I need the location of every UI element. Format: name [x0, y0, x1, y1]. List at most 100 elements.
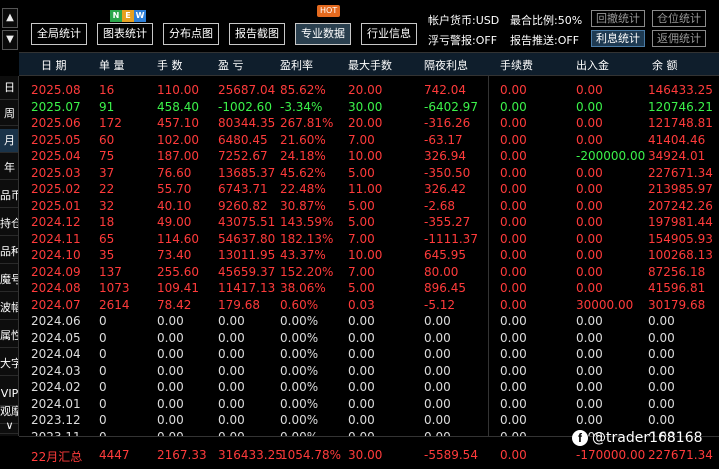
cell-orders: 172	[99, 116, 122, 130]
scroll-up-button[interactable]: ▲	[2, 8, 18, 28]
tab-day[interactable]: 日	[0, 76, 18, 100]
cell-date: 2025.03	[31, 165, 81, 180]
cell-max-lots: 5.00	[348, 165, 375, 180]
table-row[interactable]: 2023.12 0 0.00 0.00 0.00% 0.00 0.00 0.00 0.00 0.0…	[19, 411, 719, 428]
tab-attribute[interactable]: 属性	[0, 324, 18, 348]
cell-max-lots: 0.00	[348, 380, 375, 394]
pro-data-button[interactable]: 专业数据	[295, 23, 351, 45]
cell-date: 2023.12	[31, 413, 81, 427]
summary-deposit-withdraw: -170000.00	[576, 448, 646, 462]
table-row[interactable]: 2025.05 60 102.00 6480.45 21.60% 7.00 -63.17 0.…	[19, 131, 719, 148]
tab-month[interactable]: 月	[0, 129, 18, 153]
header-commission[interactable]: 手续费	[500, 57, 533, 73]
table-row[interactable]: 2024.10 35 73.40 13011.95 43.37% 10.00 645.95 0…	[19, 246, 719, 263]
table-row[interactable]: 2025.08 16 110.00 25687.04 85.62% 20.00 742.04…	[19, 81, 719, 98]
cell-date: 2024.10	[31, 248, 81, 262]
cell-max-lots: 0.00	[348, 413, 375, 427]
sidebar-expand-icon[interactable]: ∨	[0, 418, 18, 434]
tab-holding[interactable]: 持仓	[0, 212, 18, 236]
cell-max-lots: 20.00	[348, 116, 383, 130]
cell-profit-rate: 0.60%	[280, 297, 319, 312]
cell-profit-rate: 0.00%	[280, 380, 319, 394]
table-row[interactable]: 2025.06 172 457.10 80344.35 267.81% 20.00 -316…	[19, 114, 719, 131]
industry-info-button[interactable]: 行业信息	[361, 23, 417, 45]
cell-commission: 0.00	[500, 413, 527, 427]
table-row[interactable]: 2024.04 0 0.00 0.00 0.00% 0.00 0.00 0.00 0.00 0.0…	[19, 345, 719, 362]
cell-lots: 187.00	[157, 149, 199, 163]
table-row[interactable]: 2025.07 91 458.40 -1002.60 -3.34% 30.00 -6402.…	[19, 98, 719, 115]
cell-swap: 0.00	[424, 380, 451, 394]
cell-pnl: 0.00	[218, 396, 245, 411]
cell-deposit-withdraw: 0.00	[576, 116, 603, 130]
table-row[interactable]: 2024.06 0 0.00 0.00 0.00% 0.00 0.00 0.00 0.00 0.0…	[19, 312, 719, 329]
cell-deposit-withdraw: 0.00	[576, 264, 603, 279]
header-balance[interactable]: 余 额	[652, 57, 678, 73]
watermark: f @trader168168	[572, 428, 703, 448]
cell-balance: 227671.34	[648, 165, 713, 180]
cell-profit-rate: 0.00%	[280, 413, 319, 427]
header-swap[interactable]: 隔夜利息	[424, 57, 468, 73]
global-stats-button[interactable]: 全局统计	[31, 23, 87, 45]
cell-pnl: 6743.71	[218, 182, 268, 196]
tab-bigtext[interactable]: 大字	[0, 352, 18, 376]
cell-pnl: 80344.35	[218, 116, 276, 130]
cell-commission: 0.00	[500, 347, 527, 361]
header-orders[interactable]: 单 量	[99, 57, 125, 73]
cell-balance: 41404.46	[648, 132, 706, 147]
report-push[interactable]: 报告推送:OFF	[510, 32, 579, 48]
table-row[interactable]: 2024.05 0 0.00 0.00 0.00% 0.00 0.00 0.00 0.00 0.0…	[19, 329, 719, 346]
cell-max-lots: 7.00	[348, 132, 375, 147]
header-deposit-withdraw[interactable]: 出入金	[576, 57, 609, 73]
table-row[interactable]: 2024.08 1073 109.41 11417.13 38.06% 5.00 896.4…	[19, 279, 719, 296]
table-row[interactable]: 2024.02 0 0.00 0.00 0.00% 0.00 0.00 0.00 0.00 0.0…	[19, 378, 719, 395]
table-row[interactable]: 2024.01 0 0.00 0.00 0.00% 0.00 0.00 0.00 0.00 0.0…	[19, 395, 719, 412]
distribution-chart-button[interactable]: 分布点图	[163, 23, 219, 45]
cell-orders: 0	[99, 380, 107, 394]
new-badge: N E W	[110, 10, 146, 22]
cell-swap: 896.45	[424, 281, 466, 295]
rebate-stats-button[interactable]: 返佣统计	[652, 30, 706, 47]
tab-year[interactable]: 年	[0, 156, 18, 180]
tab-symbol[interactable]: 品种	[0, 240, 18, 264]
table-row[interactable]: 2025.04 75 187.00 7252.67 24.18% 10.00 326.94 0…	[19, 147, 719, 164]
header-profit-rate[interactable]: 盈利率	[280, 57, 313, 73]
table-header: 日 期 单 量 手 数 盈 亏 盈利率 最大手数 隔夜利息 手续费 出入金 余 …	[19, 52, 719, 76]
cell-max-lots: 5.00	[348, 281, 375, 295]
interest-stats-button[interactable]: 利息统计	[591, 30, 645, 47]
position-stats-button[interactable]: 仓位统计	[652, 10, 706, 27]
tab-magic[interactable]: 魔号	[0, 268, 18, 292]
table-row[interactable]: 2025.01 32 40.10 9260.82 30.87% 5.00 -2.68 0.00…	[19, 197, 719, 214]
table-row[interactable]: 2024.03 0 0.00 0.00 0.00% 0.00 0.00 0.00 0.00 0.0…	[19, 362, 719, 379]
cell-pnl: 9260.82	[218, 198, 268, 213]
table-row[interactable]: 2025.02 22 55.70 6743.71 22.48% 11.00 326.42 0.…	[19, 180, 719, 197]
table-row[interactable]: 2024.09 137 255.60 45659.37 152.20% 7.00 80.00…	[19, 263, 719, 280]
tab-week[interactable]: 周	[0, 102, 18, 126]
float-alert[interactable]: 浮亏警报:OFF	[428, 32, 497, 48]
header-max-lots[interactable]: 最大手数	[348, 57, 392, 73]
table-row[interactable]: 2025.03 37 76.60 13685.37 45.62% 5.00 -350.50 0…	[19, 164, 719, 181]
table-row[interactable]: 2024.07 2614 78.42 179.68 0.60% 0.03 -5.12 0.00…	[19, 296, 719, 313]
cell-balance: 207242.26	[648, 198, 713, 213]
scroll-down-button[interactable]: ▼	[2, 30, 18, 50]
header-date[interactable]: 日 期	[41, 57, 67, 73]
cell-deposit-withdraw: 0.00	[576, 314, 603, 328]
cell-date: 2024.08	[31, 281, 81, 295]
report-screenshot-button[interactable]: 报告截图	[229, 23, 285, 45]
cell-swap: -350.50	[424, 165, 471, 180]
cell-pnl: 7252.67	[218, 149, 268, 163]
cell-deposit-withdraw: 0.00	[576, 248, 603, 262]
summary-date: 22月汇总	[31, 450, 83, 464]
cell-swap: -1111.37	[424, 231, 478, 246]
cell-date: 2024.04	[31, 347, 81, 361]
table-row[interactable]: 2024.12 18 49.00 43075.51 143.59% 5.00 -355.27…	[19, 213, 719, 230]
header-lots[interactable]: 手 数	[157, 57, 183, 73]
table-row[interactable]: 2024.11 65 114.60 54637.80 182.13% 7.00 -1111.…	[19, 230, 719, 247]
header-pnl[interactable]: 盈 亏	[218, 57, 244, 73]
cell-lots: 0.00	[157, 363, 184, 378]
chart-stats-button[interactable]: 图表统计	[97, 23, 153, 45]
cell-balance: 213985.97	[648, 182, 713, 196]
tab-amplitude[interactable]: 波幅	[0, 296, 18, 320]
drawdown-stats-button[interactable]: 回撤统计	[591, 10, 645, 27]
tab-currency[interactable]: 品币	[0, 184, 18, 208]
cell-orders: 137	[99, 264, 122, 279]
